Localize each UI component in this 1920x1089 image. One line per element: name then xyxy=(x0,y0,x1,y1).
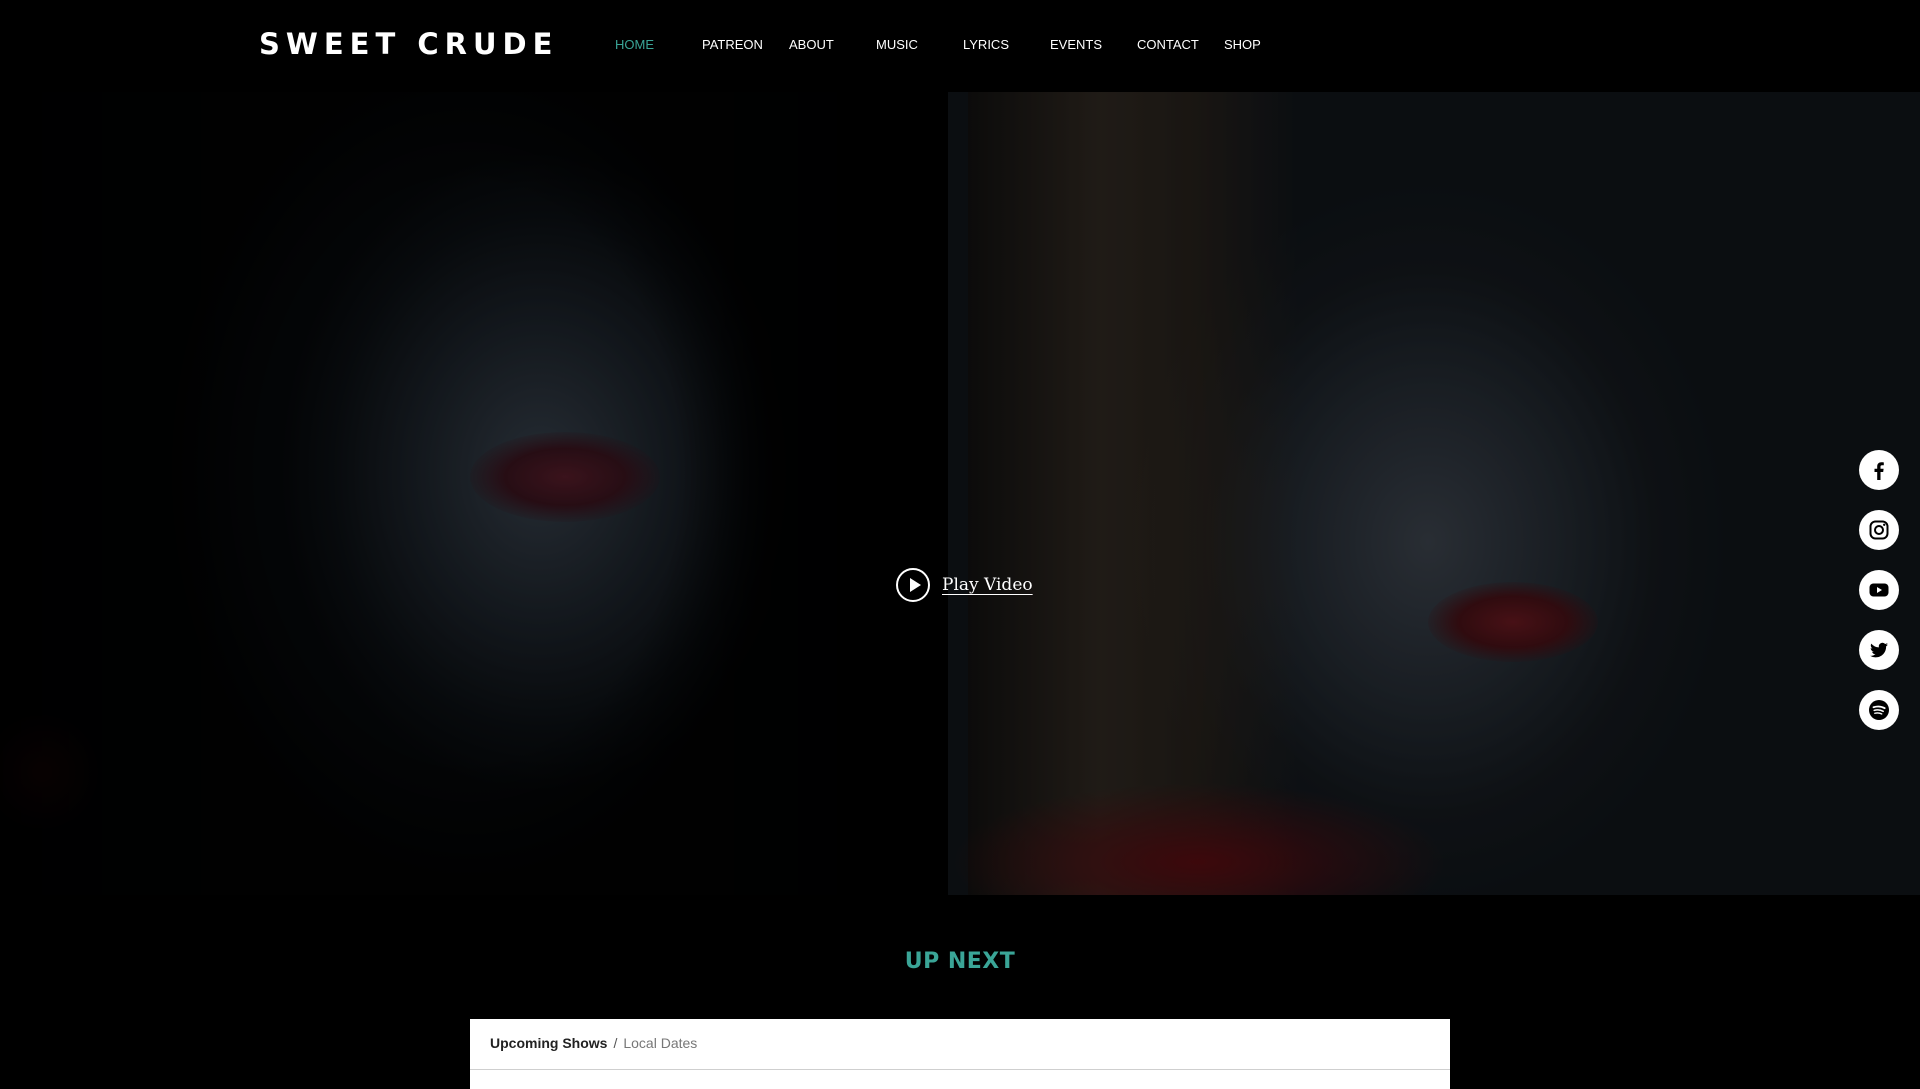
twitter-icon[interactable] xyxy=(1859,630,1899,670)
nav-item-shop[interactable]: SHOP xyxy=(1224,34,1261,56)
site-logo[interactable]: SWEET CRUDE xyxy=(259,24,558,64)
nav-item-music[interactable]: MUSIC xyxy=(876,34,918,56)
breadcrumb-separator: / xyxy=(613,1035,618,1051)
nav-item-contact[interactable]: CONTACT xyxy=(1137,34,1199,56)
tab-upcoming-shows[interactable]: Upcoming Shows xyxy=(490,1035,607,1051)
divider xyxy=(470,1069,1450,1070)
play-video-label[interactable]: Play Video xyxy=(942,575,1033,595)
hero-video[interactable]: Play Video xyxy=(0,92,1920,895)
site-header: SWEET CRUDE HOME PATREON ABOUT MUSIC LYR… xyxy=(0,0,1920,92)
tab-local-dates[interactable]: Local Dates xyxy=(623,1035,697,1051)
play-circle-icon[interactable] xyxy=(896,568,930,602)
nav-item-patreon[interactable]: PATREON xyxy=(702,34,763,56)
youtube-icon[interactable] xyxy=(1859,570,1899,610)
nav-item-about[interactable]: ABOUT xyxy=(789,34,834,56)
up-next-heading: UP NEXT xyxy=(904,949,1016,974)
nav-item-home[interactable]: HOME xyxy=(615,34,654,56)
play-video-button[interactable]: Play Video xyxy=(896,566,1033,604)
shows-breadcrumb: Upcoming Shows / Local Dates xyxy=(490,1033,697,1053)
social-bar xyxy=(1859,450,1899,750)
facebook-icon[interactable] xyxy=(1859,450,1899,490)
instagram-icon[interactable] xyxy=(1859,510,1899,550)
nav-item-events[interactable]: EVENTS xyxy=(1050,34,1102,56)
spotify-icon[interactable] xyxy=(1859,690,1899,730)
nav-item-lyrics[interactable]: LYRICS xyxy=(963,34,1009,56)
shows-widget: Upcoming Shows / Local Dates xyxy=(470,1019,1450,1089)
